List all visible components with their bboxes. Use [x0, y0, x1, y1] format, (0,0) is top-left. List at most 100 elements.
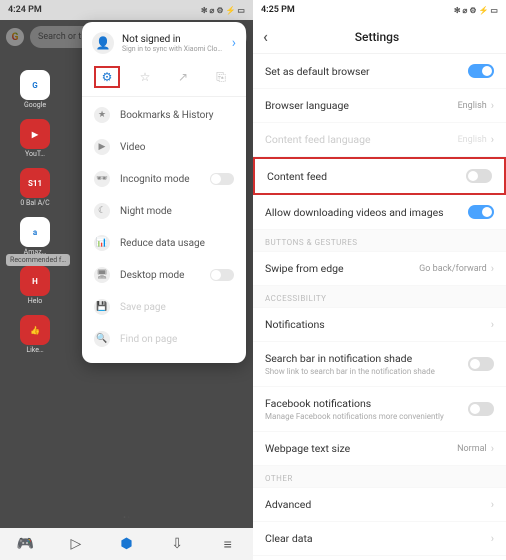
menu-item-label: Video — [120, 142, 145, 153]
signin-subtitle: Sign in to sync with Xiaomi Clo… — [122, 45, 222, 53]
app-icon: G — [20, 70, 50, 100]
menu-item-label: Save page — [120, 302, 166, 313]
nav-home-icon[interactable]: ⬢ — [117, 535, 135, 553]
settings-row[interactable]: Advanced› — [253, 488, 506, 522]
settings-row[interactable]: Swipe from edgeGo back/forward› — [253, 252, 506, 286]
menu-item[interactable]: 📊Reduce data usage — [82, 227, 246, 259]
signin-title: Not signed in — [122, 34, 222, 45]
settings-list[interactable]: Set as default browserBrowser languageEn… — [253, 54, 506, 560]
app-icon: S11 — [20, 168, 50, 198]
toggle-switch[interactable] — [466, 169, 492, 183]
app-launcher[interactable]: S110 Bal A/C — [4, 168, 66, 207]
app-label: Google — [24, 102, 46, 109]
share-icon[interactable]: ↗ — [170, 66, 196, 88]
menu-item-icon: 🕶 — [94, 171, 110, 187]
toggle-switch[interactable] — [468, 64, 494, 78]
menu-item-icon: 🔍 — [94, 331, 110, 347]
app-label: Helo — [28, 298, 42, 305]
menu-item[interactable]: ☾ Night mode — [82, 195, 246, 227]
nav-menu-icon[interactable]: ≡ — [219, 535, 237, 553]
section-header: ACCESSIBILITY — [253, 286, 506, 308]
nav-video-icon[interactable]: ▷ — [67, 535, 85, 553]
app-launcher[interactable]: aAmaz… — [4, 217, 66, 256]
row-label: Advanced — [265, 498, 491, 511]
chevron-right-icon: › — [232, 35, 236, 51]
status-bar: 4:25 PM ✻ ⌀ ⚙ ⚡ ▭ — [253, 0, 506, 20]
menu-item-label: Desktop mode — [120, 270, 184, 281]
toggle-switch[interactable] — [468, 402, 494, 416]
section-header: BUTTONS & GESTURES — [253, 230, 506, 252]
settings-row: Content feed languageEnglish › — [253, 123, 506, 157]
app-launcher[interactable]: ▶ YouT… — [4, 119, 66, 158]
menu-item-label: Find on page — [120, 334, 177, 345]
row-label: Content feed — [267, 170, 466, 183]
settings-row[interactable]: Content feed — [253, 157, 506, 195]
settings-row[interactable]: Clear data› — [253, 522, 506, 556]
app-icon: H — [20, 266, 50, 296]
menu-item: 💾 Save page — [82, 291, 246, 323]
row-sublabel: Manage Facebook notifications more conve… — [265, 412, 468, 421]
status-icons: ✻ ⌀ ⚙ ⚡ ▭ — [454, 6, 498, 15]
menu-item-label: Night mode — [120, 206, 172, 217]
menu-item-icon: 💾 — [94, 299, 110, 315]
settings-row[interactable]: Set as default browser — [253, 54, 506, 89]
menu-item-icon: ▶ — [94, 139, 110, 155]
row-sublabel: Show link to search bar in the notificat… — [265, 367, 468, 376]
chevron-right-icon: › — [491, 262, 494, 275]
chevron-right-icon: › — [491, 99, 494, 112]
row-label: Notifications — [265, 318, 491, 331]
row-label: Clear data — [265, 532, 491, 545]
star-icon[interactable]: ☆ — [132, 66, 158, 88]
app-launcher[interactable]: H Helo — [4, 266, 66, 305]
row-label: Search bar in notification shade — [265, 352, 468, 365]
settings-row[interactable]: Webpage text sizeNormal› — [253, 432, 506, 466]
chevron-right-icon: › — [491, 133, 494, 146]
settings-row[interactable]: Search bar in notification shade Show lin… — [253, 342, 506, 387]
settings-row[interactable]: Browser languageEnglish› — [253, 89, 506, 123]
app-icon: a — [20, 217, 50, 247]
menu-item[interactable]: 🖥 Desktop mode — [82, 259, 246, 291]
row-label: Content feed language — [265, 133, 458, 146]
row-label: Set as default browser — [265, 65, 468, 78]
menu-item[interactable]: ▶ Video — [82, 131, 246, 163]
row-label: Browser language — [265, 99, 458, 112]
app-icon: ▶ — [20, 119, 50, 149]
recommended-tag: Recommended f… — [6, 254, 70, 266]
toggle-switch[interactable] — [468, 357, 494, 371]
avatar-icon: 👤 — [92, 32, 114, 54]
row-value: Normal — [457, 444, 487, 454]
settings-row[interactable]: Allow downloading videos and images — [253, 195, 506, 230]
row-value: English — [458, 135, 487, 145]
toggle-switch[interactable] — [468, 205, 494, 219]
app-launcher[interactable]: G Google — [4, 70, 66, 109]
menu-item-icon: 🖥 — [94, 267, 110, 283]
nav-game-icon[interactable]: 🎮 — [16, 535, 34, 553]
menu-item: 🔍 Find on page — [82, 323, 246, 355]
page-title: Settings — [258, 30, 496, 44]
menu-item[interactable]: ★ Bookmarks & History — [82, 99, 246, 131]
chevron-right-icon: › — [491, 498, 494, 511]
menu-item-icon: 📊 — [94, 235, 110, 251]
browser-menu-popup: 👤 Not signed in Sign in to sync with Xia… — [82, 22, 246, 363]
phone-screenshot-left: 4:24 PM ✻ ⌀ ⚙ ⚡ ▭ G Search or t… • · 🎮 ▷… — [0, 0, 253, 560]
chevron-right-icon: › — [491, 318, 494, 331]
section-header: OTHER — [253, 466, 506, 488]
app-launcher[interactable]: 👍Like… — [4, 315, 66, 354]
menu-item-icon: ★ — [94, 107, 110, 123]
nav-download-icon[interactable]: ⇩ — [168, 535, 186, 553]
menu-item[interactable]: 🕶Incognito mode — [82, 163, 246, 195]
settings-row[interactable]: Notifications› — [253, 308, 506, 342]
app-label: YouT… — [25, 151, 45, 158]
exit-icon[interactable]: ⎘ — [208, 66, 234, 88]
toggle-switch[interactable] — [210, 269, 234, 281]
app-icon: 👍 — [20, 315, 50, 345]
menu-item-label: Bookmarks & History — [120, 110, 214, 121]
signin-row[interactable]: 👤 Not signed in Sign in to sync with Xia… — [82, 28, 246, 62]
toggle-switch[interactable] — [210, 173, 234, 185]
menu-item-icon: ☾ — [94, 203, 110, 219]
settings-row[interactable]: Facebook notifications Manage Facebook no… — [253, 387, 506, 432]
row-label: Facebook notifications — [265, 397, 468, 410]
settings-header: ‹ Settings — [253, 20, 506, 54]
row-label: Webpage text size — [265, 442, 457, 455]
settings-icon[interactable]: ⚙ — [94, 66, 120, 88]
